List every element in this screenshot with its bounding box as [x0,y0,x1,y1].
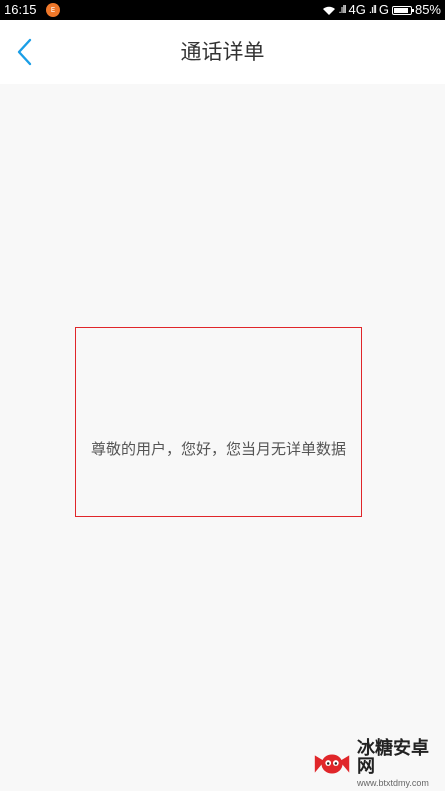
page-title: 通话详单 [180,40,265,64]
battery-percent: 85% [414,2,441,17]
candy-logo-icon [314,754,350,774]
wifi-icon [322,6,335,15]
battery-icon [391,5,414,15]
app-header: 通话详单 [0,20,445,84]
watermark-logo: 冰糖安卓网 www.btxtdmy.com [311,738,443,788]
network-type-label: 4G [348,2,366,17]
battery-fill [393,7,408,13]
status-indicators: .ıll 4G .ıll G 85% [322,0,441,20]
signal-bars-2-icon: .ıll [368,4,377,16]
notification-badge-icon: E [46,3,60,17]
watermark-name: 冰糖安卓网 [357,738,430,777]
highlight-annotation-box [75,327,362,517]
network-type-2-label: G [378,2,389,17]
empty-state-message: 尊敬的用户，您好，您当月无详单数据 [90,440,346,458]
signal-bars-icon: .ıll [338,4,347,16]
status-time: 16:15 [4,2,37,17]
status-bar: 16:15 E .ıll 4G .ıll G 85% [0,0,445,20]
watermark-url: www.btxtdmy.com [357,778,429,788]
